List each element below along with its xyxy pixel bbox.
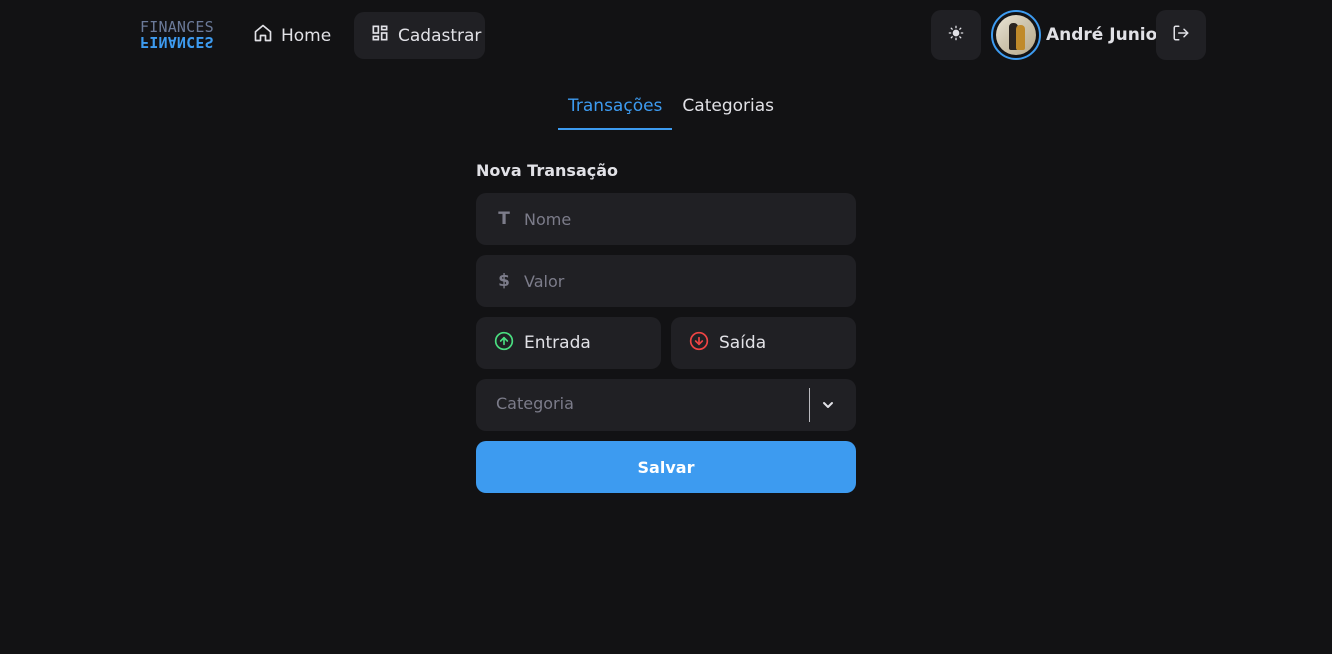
type-entrada-button[interactable]: Entrada [476, 317, 661, 369]
dollar-icon: $ [498, 271, 510, 291]
save-button[interactable]: Salvar [476, 441, 856, 493]
logo[interactable]: FINANCES FINANCES [140, 19, 214, 51]
home-icon [253, 23, 273, 48]
nav-home-button[interactable]: Home [237, 12, 339, 59]
nav-cadastrar-button[interactable]: Cadastrar [354, 12, 485, 59]
value-input[interactable] [524, 271, 824, 291]
type-entrada-label: Entrada [524, 333, 591, 353]
arrow-up-circle-icon [494, 331, 514, 356]
tab-bar: Transações Categorias [558, 88, 784, 130]
avatar[interactable] [991, 10, 1041, 60]
tab-transacoes[interactable]: Transações [558, 88, 673, 130]
logo-text-reflection: FINANCES [140, 33, 214, 51]
value-field[interactable]: $ [476, 255, 856, 307]
logout-icon [1172, 24, 1190, 46]
type-saida-button[interactable]: Saída [671, 317, 856, 369]
text-icon: T [498, 209, 510, 229]
select-divider [809, 388, 810, 422]
sun-icon [948, 25, 964, 45]
category-select[interactable]: Categoria [476, 379, 856, 431]
dashboard-icon [370, 23, 390, 48]
header: FINANCES FINANCES Home Cadastrar André J… [0, 0, 1332, 70]
category-placeholder: Categoria [496, 394, 574, 413]
chevron-down-icon[interactable] [820, 397, 836, 413]
theme-toggle-button[interactable] [931, 10, 981, 60]
arrow-down-circle-icon [689, 331, 709, 356]
tab-categorias[interactable]: Categorias [672, 88, 784, 130]
form-title: Nova Transação [476, 161, 619, 180]
logout-button[interactable] [1156, 10, 1206, 60]
user-name: André Junior [1046, 25, 1166, 45]
avatar-image [996, 15, 1036, 55]
name-field[interactable]: T [476, 193, 856, 245]
nav-cadastrar-label: Cadastrar [398, 25, 482, 46]
name-input[interactable] [524, 209, 824, 229]
nav-home-label: Home [281, 25, 332, 46]
type-saida-label: Saída [719, 333, 767, 353]
